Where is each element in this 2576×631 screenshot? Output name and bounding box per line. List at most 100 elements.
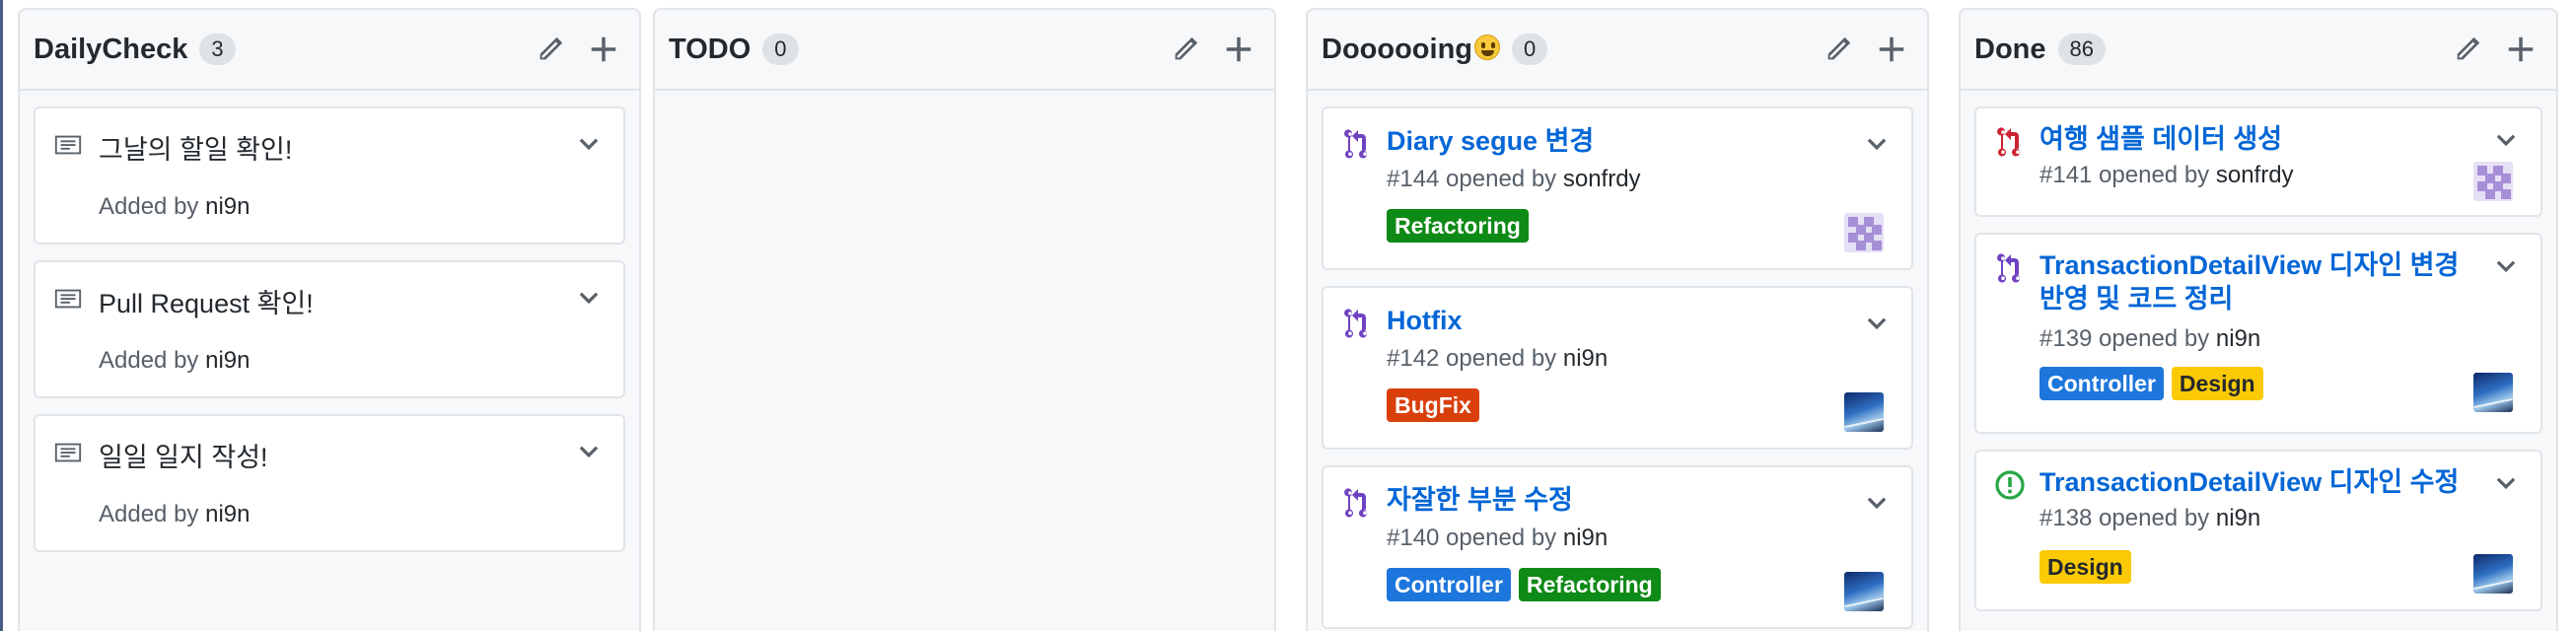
note-icon xyxy=(54,289,82,309)
open-issue-icon xyxy=(1995,470,2025,500)
column-count-badge: 0 xyxy=(1512,34,1548,65)
column-doing: Doooooing 0 Diary segue 변경 #144 opened b… xyxy=(1306,8,1929,631)
label-list: Refactoring xyxy=(1387,209,1529,243)
label-list: Design xyxy=(2039,550,2131,584)
plus-icon xyxy=(1226,36,1252,62)
card-title-link[interactable]: Diary segue 변경 xyxy=(1387,124,1852,158)
added-by-user[interactable]: ni9n xyxy=(205,501,250,527)
issue-card[interactable]: TransactionDetailView 디자인 수정 #138 opened… xyxy=(1974,450,2542,611)
project-board: DailyCheck 3 그날의 할일 확인! Added by ni9n Pu… xyxy=(0,0,2576,631)
avatar[interactable] xyxy=(1844,572,1884,611)
card-author[interactable]: ni9n xyxy=(1563,345,1608,372)
card-list: 그날의 할일 확인! Added by ni9n Pull Request 확인… xyxy=(20,91,639,584)
chevron-down-icon[interactable] xyxy=(1864,489,1890,515)
add-card-button[interactable] xyxy=(2501,30,2540,69)
add-card-button[interactable] xyxy=(1219,30,1258,69)
closed-pull-request-icon xyxy=(1997,127,2020,157)
note-card[interactable]: 그날의 할일 확인! Added by ni9n xyxy=(34,106,625,245)
column-title: DailyCheck xyxy=(34,33,188,65)
added-by: Added by ni9n xyxy=(99,501,250,528)
chevron-down-icon[interactable] xyxy=(2493,252,2519,278)
label-refactoring[interactable]: Refactoring xyxy=(1518,568,1661,601)
card-meta: #142 opened by ni9n xyxy=(1387,345,1608,373)
added-by-user[interactable]: ni9n xyxy=(205,347,250,374)
card-meta-prefix: #144 opened by xyxy=(1387,166,1557,192)
avatar[interactable] xyxy=(1844,213,1884,252)
note-card[interactable]: Pull Request 확인! Added by ni9n xyxy=(34,260,625,398)
plus-icon xyxy=(2508,36,2534,62)
avatar[interactable] xyxy=(2473,554,2513,594)
pull-request-card[interactable]: TransactionDetailView 디자인 변경반영 및 코드 정리 #… xyxy=(1974,233,2542,434)
column-header: Done 86 xyxy=(1961,10,2556,91)
card-title-link[interactable]: 여행 샘플 데이터 생성 xyxy=(2039,122,2481,156)
edit-column-button[interactable] xyxy=(2448,30,2487,69)
chevron-down-icon[interactable] xyxy=(1864,310,1890,335)
card-author[interactable]: ni9n xyxy=(1563,525,1608,551)
card-author[interactable]: ni9n xyxy=(2216,505,2260,531)
avatar[interactable] xyxy=(2473,373,2513,412)
note-card[interactable]: 일일 일지 작성! Added by ni9n xyxy=(34,414,625,552)
card-meta: #140 opened by ni9n xyxy=(1387,525,1608,552)
label-design[interactable]: Design xyxy=(2039,550,2131,584)
card-title-line: 반영 및 코드 정리 xyxy=(2039,284,2234,314)
label-bugfix[interactable]: BugFix xyxy=(1387,388,1479,422)
add-card-button[interactable] xyxy=(1872,30,1911,69)
added-by-label: Added by xyxy=(99,347,199,374)
chevron-down-icon[interactable] xyxy=(576,284,602,310)
card-author[interactable]: sonfrdy xyxy=(2216,162,2294,188)
added-by: Added by ni9n xyxy=(99,347,250,375)
pull-request-card[interactable]: Hotfix #142 opened by ni9n BugFix xyxy=(1322,286,1913,450)
label-list: Controller Design xyxy=(2039,367,2263,400)
avatar[interactable] xyxy=(1844,392,1884,432)
column-done: Done 86 여행 샘플 데이터 생성 #141 opened by sonf… xyxy=(1959,8,2558,631)
label-controller[interactable]: Controller xyxy=(2039,367,2164,400)
pencil-icon xyxy=(2457,36,2480,60)
card-meta-prefix: #138 opened by xyxy=(2039,505,2210,531)
column-title: Doooooing xyxy=(1322,34,1501,66)
card-meta: #138 opened by ni9n xyxy=(2039,505,2260,532)
chevron-down-icon[interactable] xyxy=(2493,126,2519,152)
card-title-link[interactable]: 자잘한 부분 수정 xyxy=(1387,483,1852,517)
card-title-line: TransactionDetailView 디자인 변경 xyxy=(2039,250,2460,280)
column-header: Doooooing 0 xyxy=(1308,10,1927,91)
edit-column-button[interactable] xyxy=(1166,30,1205,69)
chevron-down-icon[interactable] xyxy=(576,130,602,156)
pull-request-icon xyxy=(1997,253,2020,283)
chevron-down-icon[interactable] xyxy=(2493,469,2519,495)
column-count-badge: 86 xyxy=(2057,34,2106,65)
card-meta: #139 opened by ni9n xyxy=(2039,325,2260,353)
chevron-down-icon[interactable] xyxy=(1864,130,1890,156)
plus-icon xyxy=(1879,36,1904,62)
card-author[interactable]: sonfrdy xyxy=(1563,166,1641,192)
label-refactoring[interactable]: Refactoring xyxy=(1387,209,1529,243)
column-count-badge: 0 xyxy=(762,34,799,65)
pull-request-card[interactable]: Diary segue 변경 #144 opened by sonfrdy Re… xyxy=(1322,106,1913,270)
card-list: Diary segue 변경 #144 opened by sonfrdy Re… xyxy=(1308,91,1927,631)
added-by-label: Added by xyxy=(99,193,199,220)
card-list: 여행 샘플 데이터 생성 #141 opened by sonfrdy Tran… xyxy=(1961,91,2556,631)
added-by-user[interactable]: ni9n xyxy=(205,193,250,220)
pull-request-card[interactable]: 여행 샘플 데이터 생성 #141 opened by sonfrdy xyxy=(1974,106,2542,217)
column-title: Done xyxy=(1974,33,2046,65)
card-title-link[interactable]: TransactionDetailView 디자인 수정 xyxy=(2039,465,2481,499)
pull-request-card[interactable]: 자잘한 부분 수정 #140 opened by ni9n Controller… xyxy=(1322,465,1913,629)
column-header: DailyCheck 3 xyxy=(20,10,639,91)
card-title-link[interactable]: TransactionDetailView 디자인 변경반영 및 코드 정리 xyxy=(2039,248,2481,316)
note-icon xyxy=(54,135,82,155)
column-todo: TODO 0 xyxy=(653,8,1276,631)
avatar[interactable] xyxy=(2473,162,2513,201)
plus-icon xyxy=(591,36,616,62)
chevron-down-icon[interactable] xyxy=(576,438,602,463)
edit-column-button[interactable] xyxy=(1819,30,1858,69)
label-design[interactable]: Design xyxy=(2171,367,2263,400)
card-list xyxy=(655,91,1274,122)
grinning-face-emoji-icon xyxy=(1474,34,1501,60)
card-author[interactable]: ni9n xyxy=(2216,325,2260,352)
add-card-button[interactable] xyxy=(584,30,623,69)
column-count-badge: 3 xyxy=(199,34,236,65)
label-controller[interactable]: Controller xyxy=(1387,568,1511,601)
card-title-link[interactable]: Hotfix xyxy=(1387,304,1852,337)
note-text: 일일 일지 작성! xyxy=(99,443,268,472)
edit-column-button[interactable] xyxy=(531,30,570,69)
card-meta-prefix: #142 opened by xyxy=(1387,345,1557,372)
